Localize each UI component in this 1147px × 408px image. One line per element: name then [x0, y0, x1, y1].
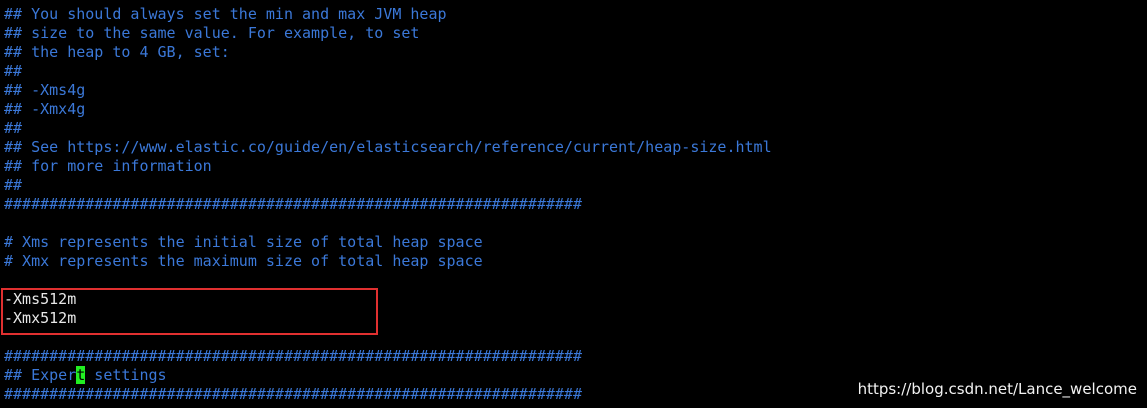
separator-line: ########################################…: [4, 385, 582, 403]
terminal-line: ##: [4, 176, 23, 194]
highlight-annotation-box: [1, 288, 378, 335]
line-text-after-cursor: settings: [85, 366, 167, 384]
terminal-window[interactable]: ## You should always set the min and max…: [0, 0, 1147, 408]
terminal-line: ## for more information: [4, 157, 212, 175]
terminal-line: ##: [4, 62, 23, 80]
separator-line: ########################################…: [4, 347, 582, 365]
terminal-line: ## the heap to 4 GB, set:: [4, 43, 230, 61]
terminal-line: ## You should always set the min and max…: [4, 5, 447, 23]
terminal-line: ##: [4, 119, 23, 137]
line-text-before-cursor: ## Exper: [4, 366, 77, 384]
expert-settings-line: ## Expert settings: [4, 366, 167, 385]
text-cursor: t: [76, 366, 86, 384]
terminal-line: # Xms represents the initial size of tot…: [4, 233, 483, 251]
terminal-line: ## size to the same value. For example, …: [4, 24, 420, 42]
separator-line: ########################################…: [4, 195, 582, 213]
terminal-line: ## See https://www.elastic.co/guide/en/e…: [4, 138, 772, 156]
terminal-line: ## -Xms4g: [4, 81, 86, 99]
terminal-line: # Xmx represents the maximum size of tot…: [4, 252, 483, 270]
watermark-text: https://blog.csdn.net/Lance_welcome: [857, 380, 1137, 398]
terminal-line: ## -Xmx4g: [4, 100, 86, 118]
